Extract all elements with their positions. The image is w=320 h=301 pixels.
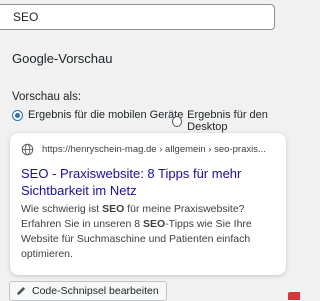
google-preview-heading: Google-Vorschau — [12, 51, 113, 66]
radio-mobile-result[interactable]: Ergebnis für die mobilen Geräte — [12, 109, 183, 121]
radio-mobile-label[interactable]: Ergebnis für die mobilen Geräte — [28, 109, 183, 121]
serp-desc-keyword: SEO — [102, 203, 125, 215]
serp-url-row: https://henryschein-mag.de › allgemein ›… — [21, 143, 266, 156]
serp-description: Wie schwierig ist SEO für meine Praxiswe… — [21, 202, 281, 262]
serp-title-link[interactable]: SEO - Praxiswebsite: 8 Tipps für mehr Si… — [21, 165, 277, 199]
globe-icon — [21, 143, 34, 156]
edit-snippet-button[interactable]: Code-Schnipsel bearbeiten — [9, 281, 167, 301]
notification-badge — [288, 292, 300, 300]
serp-preview-card: https://henryschein-mag.de › allgemein ›… — [10, 133, 286, 275]
serp-url: https://henryschein-mag.de › allgemein ›… — [42, 144, 266, 155]
radio-mobile-indicator[interactable] — [12, 109, 23, 121]
radio-desktop-result[interactable]: Ergebnis für den Desktop — [172, 109, 300, 133]
pencil-icon — [17, 286, 26, 295]
serp-desc-keyword: SEO — [143, 218, 166, 230]
radio-desktop-label[interactable]: Ergebnis für den Desktop — [187, 109, 300, 133]
preview-as-label: Vorschau als: — [12, 91, 82, 103]
edit-snippet-label: Code-Schnipsel bearbeiten — [32, 285, 159, 297]
serp-desc-text: Wie schwierig ist — [21, 203, 103, 215]
radio-desktop-indicator[interactable] — [172, 115, 183, 127]
focus-keyphrase-input[interactable]: SEO — [0, 4, 275, 30]
